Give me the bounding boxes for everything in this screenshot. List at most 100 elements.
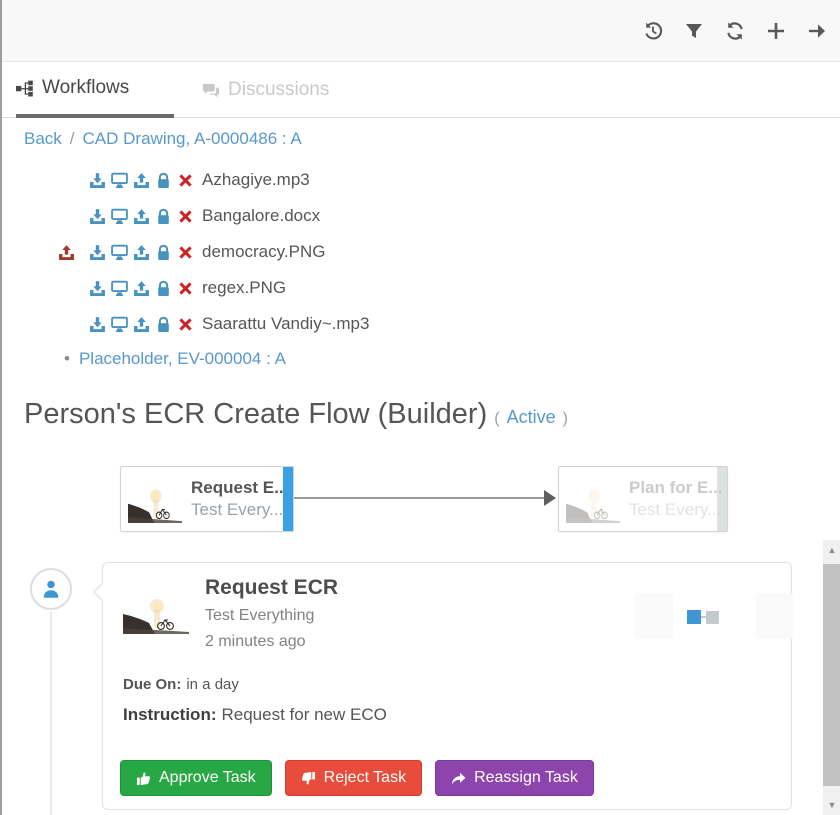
file-name: regex.PNG: [202, 278, 286, 298]
upload-icon[interactable]: [133, 208, 150, 225]
file-name: Saarattu Vandiy~.mp3: [202, 314, 369, 334]
file-list: Azhagiye.mp3 Bangalore.docx democracy.P: [2, 162, 602, 342]
lock-icon[interactable]: [155, 172, 172, 189]
download-icon[interactable]: [89, 244, 106, 261]
flow-node-title: Plan for E...: [629, 477, 723, 499]
remove-icon[interactable]: [177, 280, 194, 297]
minimap-pending-node[interactable]: [706, 611, 719, 624]
forward-icon[interactable]: [806, 20, 827, 41]
flow-node-title: Request E...: [191, 477, 288, 499]
instruction-line: Instruction:Request for new ECO: [123, 705, 387, 725]
upload-icon[interactable]: [133, 280, 150, 297]
pending-upload-icon[interactable]: [58, 244, 75, 261]
tab-bar: Workflows Discussions: [2, 62, 840, 118]
due-on-line: Due On: in a day: [123, 676, 239, 693]
flow-connector-arrowhead: [544, 490, 556, 506]
task-photo-thumbnail: [123, 584, 189, 634]
task-card: Request ECR Test Everything 2 minutes ag…: [102, 562, 792, 810]
scrollbar[interactable]: ▲ ▼: [823, 540, 840, 815]
scroll-up-arrow[interactable]: ▲: [823, 542, 840, 558]
scrollbar-thumb[interactable]: [823, 564, 840, 786]
add-icon[interactable]: [765, 20, 786, 41]
desktop-icon[interactable]: [111, 208, 128, 225]
minimap-active-node[interactable]: [687, 610, 701, 624]
flow-node-text: Request E... Test Every...: [191, 477, 288, 521]
file-row: democracy.PNG: [2, 234, 602, 270]
flow-node-plan-for-eco[interactable]: Plan for E... Test Every...: [558, 466, 728, 532]
workflow-status-link[interactable]: Active: [507, 407, 556, 428]
upload-icon[interactable]: [133, 316, 150, 333]
timeline-line: [50, 612, 52, 815]
file-row: Saarattu Vandiy~.mp3: [2, 306, 602, 342]
breadcrumb-current-link[interactable]: CAD Drawing, A-0000486 : A: [83, 129, 302, 149]
flow-node-content: Plan for E... Test Every...: [559, 467, 727, 531]
workflow-icon: [16, 80, 33, 97]
download-icon[interactable]: [89, 280, 106, 297]
bullet: •: [64, 349, 70, 369]
lock-icon[interactable]: [155, 244, 172, 261]
task-photo-thumbnail: [128, 475, 182, 523]
lock-icon[interactable]: [155, 316, 172, 333]
task-actions: Approve Task Reject Task Reassign Task: [120, 760, 594, 796]
lock-icon[interactable]: [155, 208, 172, 225]
desktop-icon[interactable]: [111, 172, 128, 189]
prev-step-ghost-button[interactable]: [635, 593, 673, 639]
task-title: Request ECR: [205, 576, 338, 600]
remove-icon[interactable]: [177, 208, 194, 225]
file-actions: [2, 280, 194, 297]
download-icon[interactable]: [89, 208, 106, 225]
breadcrumb-separator: /: [70, 129, 75, 149]
flow-node-request-ecr[interactable]: Request E... Test Every...: [120, 466, 294, 532]
file-name: democracy.PNG: [202, 242, 325, 262]
placeholder-link[interactable]: Placeholder, EV-000004 : A: [79, 349, 286, 369]
scroll-down-arrow[interactable]: ▼: [823, 797, 840, 813]
flow-node-text: Plan for E... Test Every...: [629, 477, 723, 521]
workflow-heading: Person's ECR Create Flow (Builder) ( Act…: [24, 398, 568, 431]
instruction-label: Instruction:: [123, 705, 217, 724]
task-timestamp: 2 minutes ago: [205, 633, 306, 651]
card-pointer-fill: [95, 584, 103, 600]
approve-task-button[interactable]: Approve Task: [120, 760, 272, 796]
back-link[interactable]: Back: [24, 129, 62, 149]
lock-icon[interactable]: [155, 280, 172, 297]
next-step-ghost-button[interactable]: [756, 593, 794, 639]
flow-node-subtitle: Test Every...: [629, 499, 723, 521]
reject-task-label: Reject Task: [324, 769, 406, 787]
file-actions: [2, 172, 194, 189]
file-row: Bangalore.docx: [2, 198, 602, 234]
reject-task-button[interactable]: Reject Task: [285, 760, 422, 796]
filter-icon[interactable]: [683, 20, 704, 41]
due-on-label: Due On:: [123, 676, 181, 693]
desktop-icon[interactable]: [111, 280, 128, 297]
flow-node-subtitle: Test Every...: [191, 499, 288, 521]
refresh-icon[interactable]: [724, 20, 745, 41]
upload-icon[interactable]: [133, 244, 150, 261]
due-on-value: in a day: [186, 676, 239, 693]
flow-connector-line: [294, 497, 546, 499]
flow-node-content: Request E... Test Every...: [121, 467, 293, 531]
history-icon[interactable]: [642, 20, 663, 41]
upload-icon[interactable]: [133, 172, 150, 189]
reassign-arrow-icon: [451, 771, 466, 786]
task-photo-thumbnail: [566, 475, 620, 523]
tab-workflows[interactable]: Workflows: [16, 62, 174, 118]
active-node-indicator: [283, 467, 293, 531]
file-name: Azhagiye.mp3: [202, 170, 310, 190]
thumbs-up-icon: [136, 771, 151, 786]
remove-icon[interactable]: [177, 316, 194, 333]
remove-icon[interactable]: [177, 244, 194, 261]
desktop-icon[interactable]: [111, 316, 128, 333]
desktop-icon[interactable]: [111, 244, 128, 261]
pending-node-indicator: [717, 467, 727, 531]
file-actions: [2, 244, 194, 261]
download-icon[interactable]: [89, 172, 106, 189]
reassign-task-button[interactable]: Reassign Task: [435, 760, 594, 796]
approve-task-label: Approve Task: [159, 769, 256, 787]
toolbar: [2, 0, 840, 62]
file-name: Bangalore.docx: [202, 206, 320, 226]
download-icon[interactable]: [89, 316, 106, 333]
remove-icon[interactable]: [177, 172, 194, 189]
discussions-icon: [202, 82, 219, 99]
tab-discussions[interactable]: Discussions: [202, 62, 329, 118]
thumbs-down-icon: [301, 771, 316, 786]
